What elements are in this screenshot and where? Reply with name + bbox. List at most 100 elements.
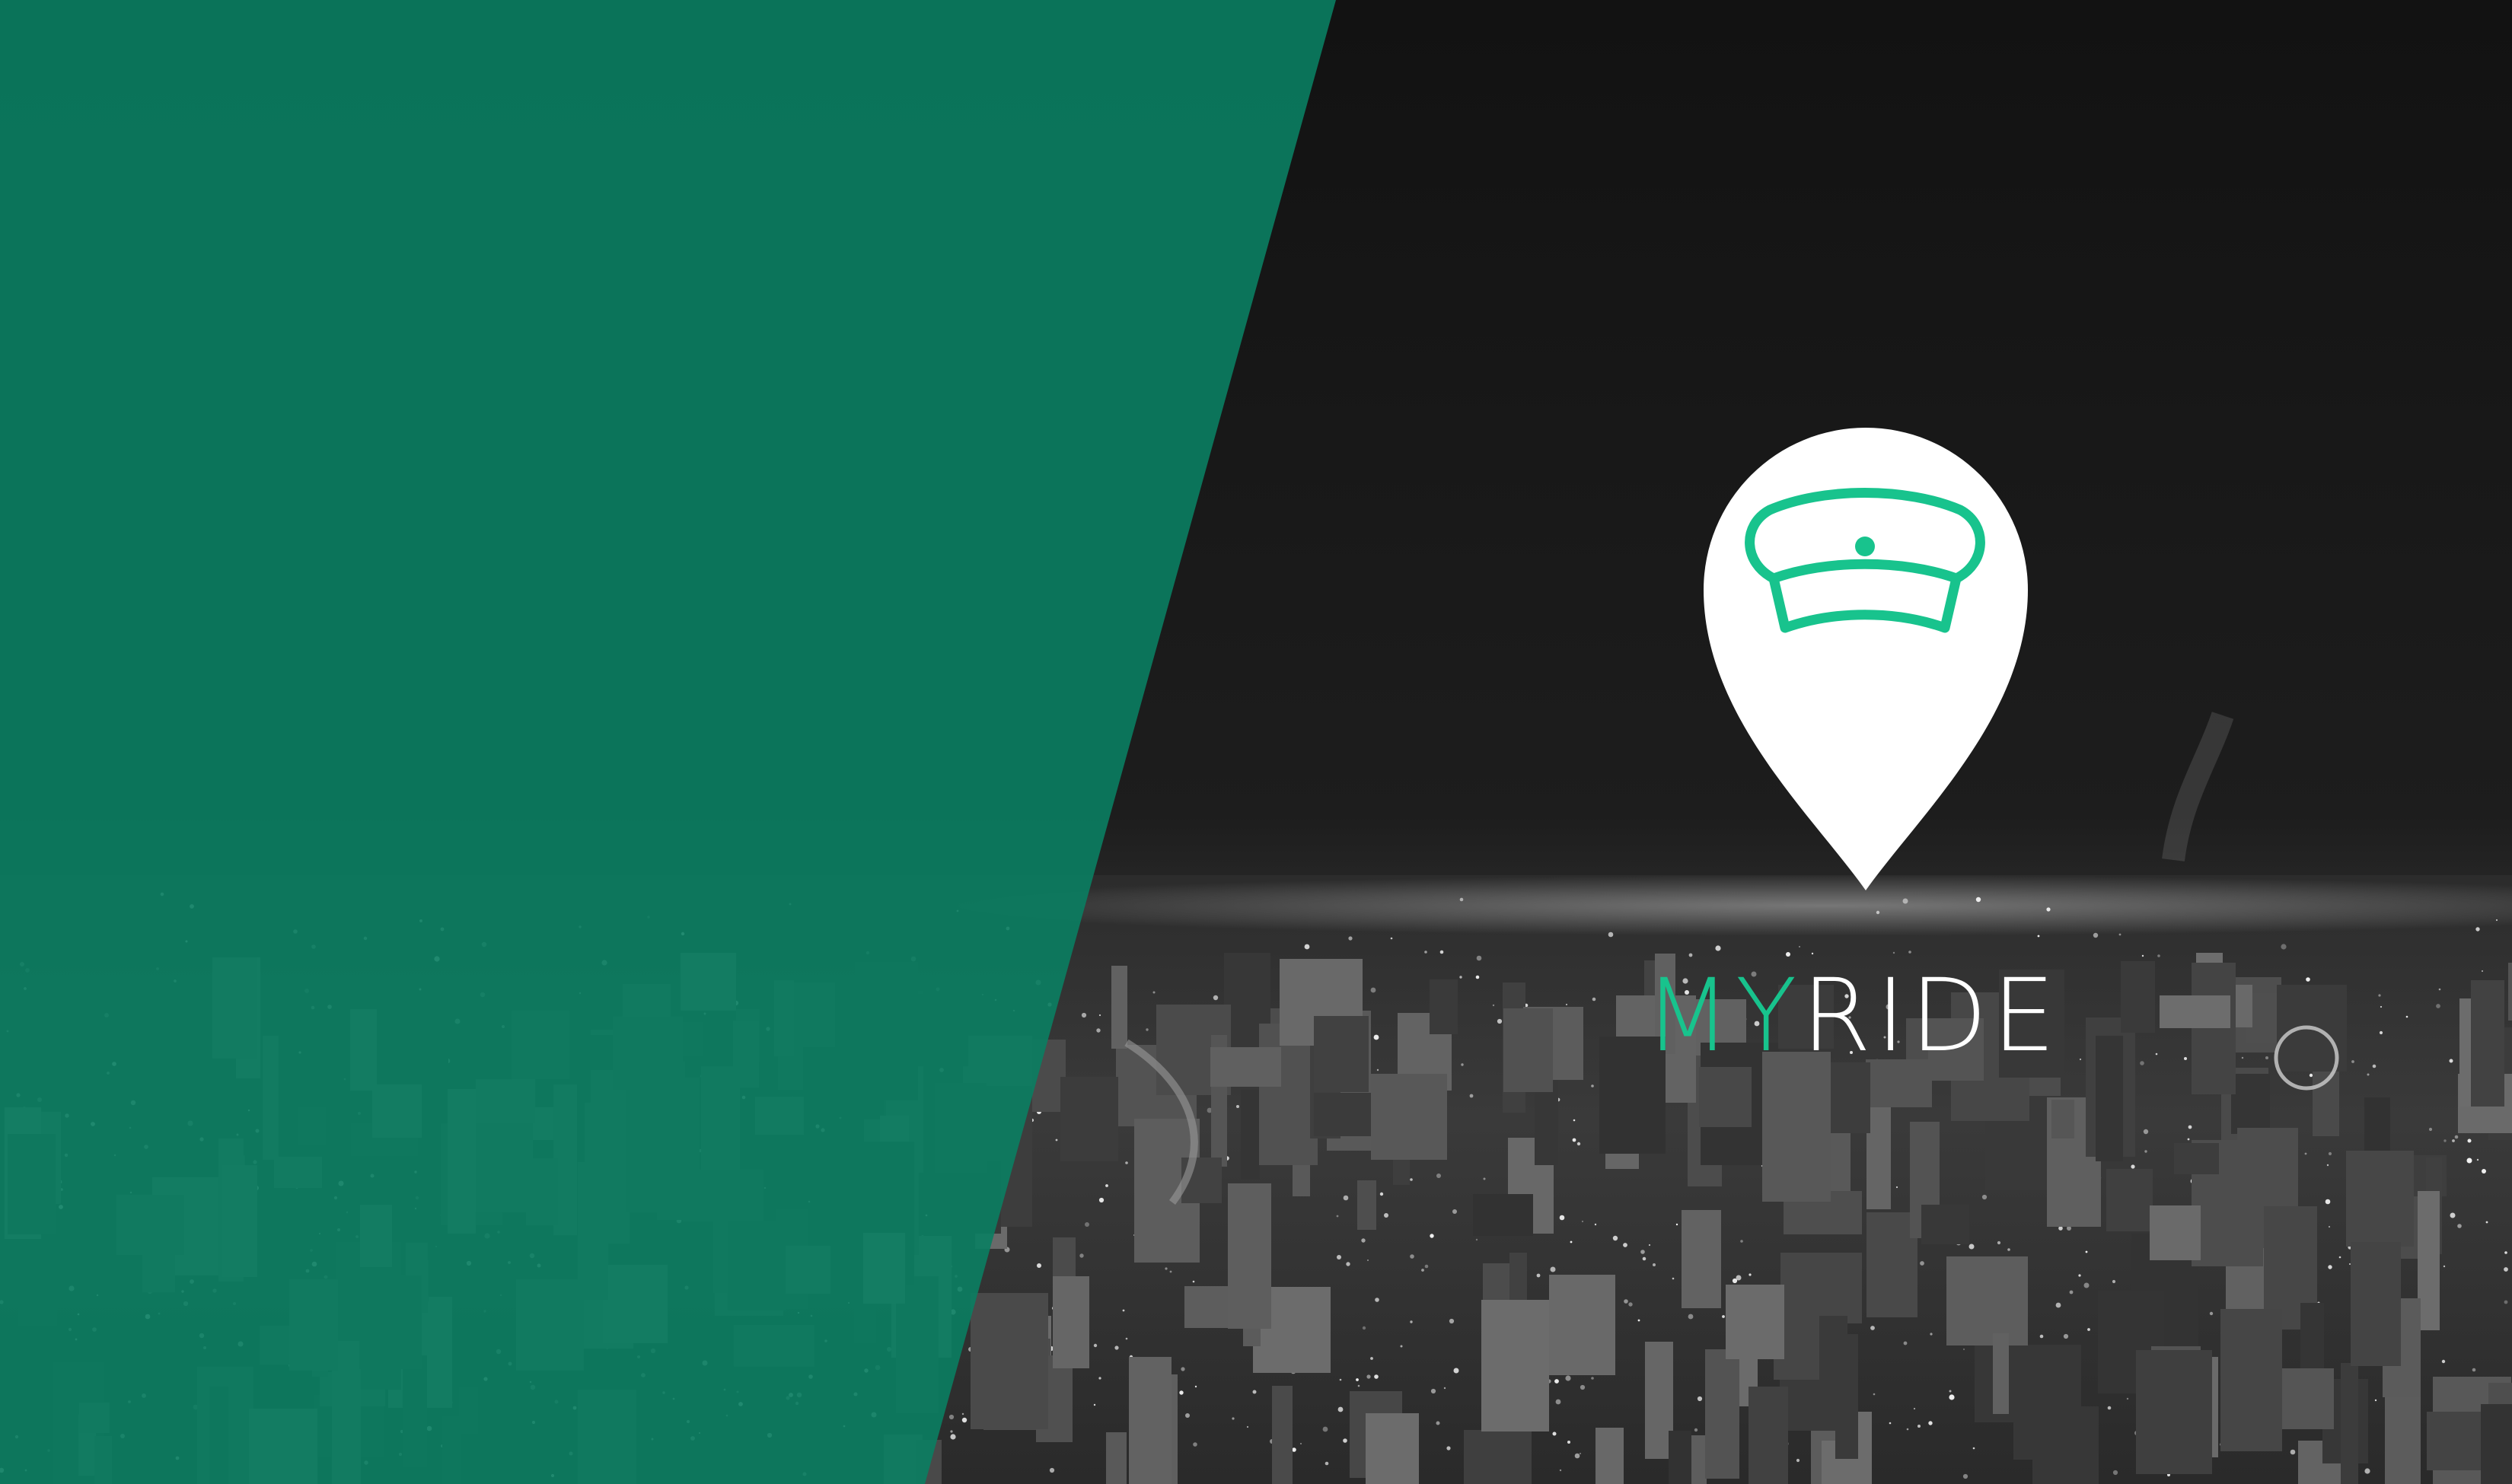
building-block bbox=[2385, 1388, 2421, 1484]
city-light bbox=[1079, 1253, 1084, 1258]
city-light bbox=[1573, 1119, 1576, 1122]
city-light bbox=[2450, 1212, 2456, 1218]
city-light bbox=[1469, 1094, 1474, 1098]
city-light bbox=[2449, 1059, 2453, 1063]
city-light bbox=[1968, 1244, 1975, 1250]
city-light bbox=[1892, 951, 1895, 954]
city-light bbox=[2338, 1256, 2341, 1259]
city-light bbox=[1384, 1213, 1388, 1218]
city-light bbox=[1366, 1374, 1371, 1379]
city-light bbox=[2475, 927, 2480, 931]
city-light bbox=[1574, 1453, 1580, 1459]
city-light bbox=[1346, 1262, 1350, 1266]
city-light bbox=[1213, 995, 1219, 1001]
building-block bbox=[1228, 1183, 1271, 1329]
city-light bbox=[1591, 1377, 1594, 1380]
city-light bbox=[1908, 951, 1911, 954]
city-light bbox=[2281, 944, 2287, 950]
city-light bbox=[1581, 1220, 1584, 1223]
city-light bbox=[1796, 1458, 1800, 1463]
city-light bbox=[2457, 1224, 2462, 1228]
city-light bbox=[2112, 1279, 2116, 1284]
city-light bbox=[961, 1417, 968, 1423]
city-light bbox=[1430, 1234, 1434, 1238]
building-block bbox=[1464, 1430, 1532, 1484]
city-light bbox=[1672, 1277, 1675, 1280]
city-light bbox=[1246, 1425, 1249, 1428]
city-light bbox=[1452, 1209, 1457, 1214]
city-light bbox=[1740, 1240, 1743, 1243]
city-light bbox=[1375, 1298, 1379, 1302]
building-block bbox=[1314, 1016, 1369, 1092]
city-light bbox=[1949, 1394, 1955, 1400]
city-light bbox=[2112, 1470, 2118, 1476]
city-light bbox=[2093, 932, 2099, 938]
city-light bbox=[2118, 933, 2121, 936]
city-light bbox=[1732, 1278, 1738, 1284]
city-light bbox=[1325, 1461, 1329, 1466]
city-light bbox=[961, 1412, 964, 1416]
building-block bbox=[1272, 1386, 1293, 1484]
building-block bbox=[1726, 1285, 1784, 1359]
city-light bbox=[1591, 1084, 1594, 1088]
city-light bbox=[2083, 1282, 2090, 1288]
city-light bbox=[2379, 1030, 2383, 1035]
city-light bbox=[1624, 1299, 1628, 1304]
city-light bbox=[1895, 1186, 1898, 1189]
city-light bbox=[2143, 1129, 2149, 1135]
city-light bbox=[1608, 931, 1614, 938]
city-light bbox=[1049, 1467, 1055, 1473]
city-light bbox=[1981, 1194, 1988, 1200]
city-light bbox=[1559, 1469, 1562, 1472]
city-light bbox=[2157, 954, 2160, 957]
city-light bbox=[1536, 1273, 1541, 1278]
city-light bbox=[1997, 1240, 2001, 1245]
building-block bbox=[2106, 1169, 2153, 1231]
city-light bbox=[1928, 1421, 1933, 1425]
city-light bbox=[1461, 1063, 1464, 1066]
city-light bbox=[1096, 1028, 1101, 1033]
building-block bbox=[2341, 1363, 2358, 1484]
city-light bbox=[2372, 1064, 2377, 1068]
city-light bbox=[1694, 1428, 1698, 1432]
city-light bbox=[1903, 1341, 1908, 1345]
city-light bbox=[2290, 1449, 2296, 1455]
city-light bbox=[1554, 1379, 1559, 1384]
building-block bbox=[1682, 1210, 1721, 1308]
building-block bbox=[1481, 1300, 1549, 1431]
city-light bbox=[2140, 1061, 2144, 1065]
building-block bbox=[2282, 1368, 2334, 1429]
city-light bbox=[2188, 1125, 2192, 1129]
city-light bbox=[1459, 897, 1464, 902]
building-block bbox=[1060, 1077, 1118, 1161]
city-light bbox=[2309, 1073, 2313, 1078]
city-light bbox=[1410, 1178, 1413, 1181]
city-light bbox=[2007, 1248, 2010, 1251]
city-light bbox=[1300, 1443, 1302, 1444]
city-light bbox=[1322, 1426, 1328, 1432]
city-light bbox=[1424, 1264, 1429, 1269]
city-light bbox=[1579, 1452, 1582, 1455]
wordmark-ride: RIDE bbox=[1801, 957, 2061, 1075]
city-light bbox=[1410, 1320, 1413, 1323]
building-block bbox=[1210, 1047, 1281, 1087]
city-light bbox=[1193, 1442, 1197, 1447]
city-light bbox=[2037, 935, 2040, 938]
city-light bbox=[1902, 898, 1908, 904]
city-light bbox=[1572, 1138, 1576, 1142]
city-light bbox=[2155, 1052, 2158, 1056]
city-light bbox=[2504, 1300, 2508, 1304]
city-light bbox=[1373, 1034, 1379, 1040]
city-light bbox=[1889, 1422, 1892, 1425]
city-light bbox=[1567, 1441, 1570, 1444]
city-light bbox=[2209, 1311, 2214, 1316]
city-light bbox=[1374, 1374, 1379, 1379]
building-block bbox=[1366, 1413, 1419, 1484]
city-light bbox=[1421, 1269, 1424, 1272]
city-light bbox=[1379, 1192, 1384, 1196]
building-block bbox=[1705, 1349, 1739, 1479]
city-light bbox=[2351, 1060, 2354, 1063]
city-light bbox=[950, 1434, 956, 1440]
hero-banner: MYRIDE bbox=[0, 0, 2512, 1484]
building-block bbox=[1357, 1180, 1376, 1230]
